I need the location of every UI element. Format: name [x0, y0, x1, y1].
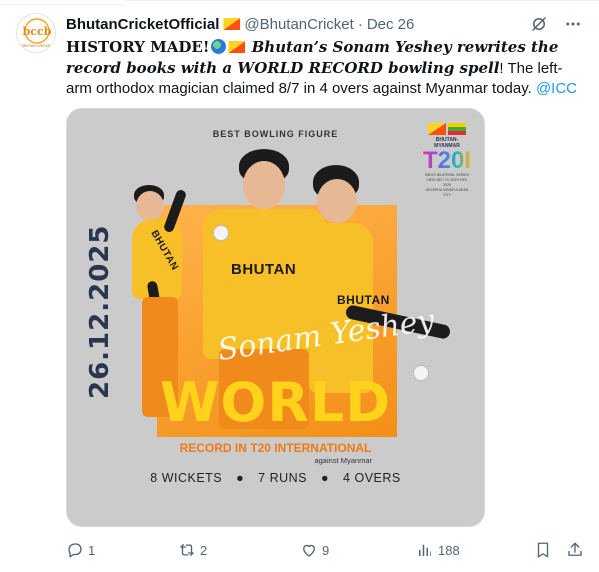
- globe-emoji-icon: [211, 39, 227, 54]
- retweet-count: 2: [200, 542, 208, 558]
- myanmar-flag-icon: [448, 123, 466, 135]
- share-button[interactable]: [566, 540, 584, 560]
- more-options-button[interactable]: [563, 14, 583, 34]
- reply-icon: [68, 543, 82, 558]
- bookmark-icon: [537, 542, 549, 558]
- stat-separator: ●: [321, 471, 330, 485]
- top-divider: [0, 0, 599, 8]
- stat-separator: ●: [236, 471, 245, 485]
- bhutan-flag-icon: [428, 123, 446, 135]
- stats-line: 8 WICKETS ● 7 RUNS ● 4 OVERS: [67, 471, 484, 485]
- more-horizontal-icon: [566, 22, 580, 26]
- record-line: RECORD IN T20 INTERNATIONAL: [179, 441, 372, 455]
- tweet-date[interactable]: Dec 26: [367, 16, 415, 33]
- tweet-actions: 1 2 9 188: [66, 540, 586, 560]
- bhutan-cricket-logo: bccb BHUTAN CRICKET: [17, 14, 55, 52]
- icc-mention-link[interactable]: @ICC: [536, 80, 577, 97]
- tweet-header: BhutanCricketOfficial @BhutanCricket · D…: [66, 14, 414, 34]
- retweet-button[interactable]: 2: [178, 540, 207, 560]
- views-button[interactable]: 188: [416, 540, 460, 560]
- like-button[interactable]: 9: [300, 540, 329, 560]
- heart-icon: [303, 544, 315, 557]
- text-part1: HISTORY MADE!: [66, 38, 210, 56]
- headline-world: WORLD: [159, 371, 392, 434]
- poster: BEST BOWLING FIGURE BHUTAN-MYANMAR T20I …: [67, 109, 484, 526]
- display-name[interactable]: BhutanCricketOfficial: [66, 16, 219, 33]
- tweet-top-actions: [529, 14, 583, 34]
- stat-wickets: 8 WICKETS: [150, 471, 223, 485]
- separator-dot: ·: [357, 15, 363, 33]
- grok-icon: [532, 17, 546, 31]
- stat-overs: 4 OVERS: [343, 471, 401, 485]
- prev-item-edge: [0, 0, 126, 5]
- handle[interactable]: @BhutanCricket: [244, 16, 353, 33]
- avatar[interactable]: bccb BHUTAN CRICKET: [16, 13, 56, 53]
- jersey-text-right: BHUTAN: [337, 293, 390, 307]
- reply-button[interactable]: 1: [66, 540, 95, 560]
- against-text: against Myanmar: [314, 456, 372, 465]
- bhutan-flag-emoji-icon: [228, 41, 246, 53]
- logo-text: bccb: [23, 25, 52, 38]
- jersey-text-center: BHUTAN: [231, 261, 297, 278]
- cricket-ball-icon: [213, 225, 229, 241]
- share-icon: [568, 542, 582, 556]
- poster-title: BEST BOWLING FIGURE: [212, 129, 339, 139]
- logo-caption: BHUTAN CRICKET: [21, 44, 53, 48]
- bookmark-button[interactable]: [534, 540, 552, 560]
- like-count: 9: [322, 542, 330, 558]
- stat-runs: 7 RUNS: [258, 471, 308, 485]
- reply-count: 1: [88, 542, 96, 558]
- views-bar-chart-icon: [419, 544, 431, 556]
- tweet-text: HISTORY MADE! Bhutan’s Sonam Yeshey rewr…: [66, 37, 586, 99]
- grok-button[interactable]: [529, 14, 549, 34]
- retweet-icon: [180, 544, 194, 556]
- tweet-media-image[interactable]: BEST BOWLING FIGURE BHUTAN-MYANMAR T20I …: [66, 108, 485, 527]
- views-count: 188: [438, 542, 460, 558]
- bhutan-flag-icon: [223, 18, 241, 30]
